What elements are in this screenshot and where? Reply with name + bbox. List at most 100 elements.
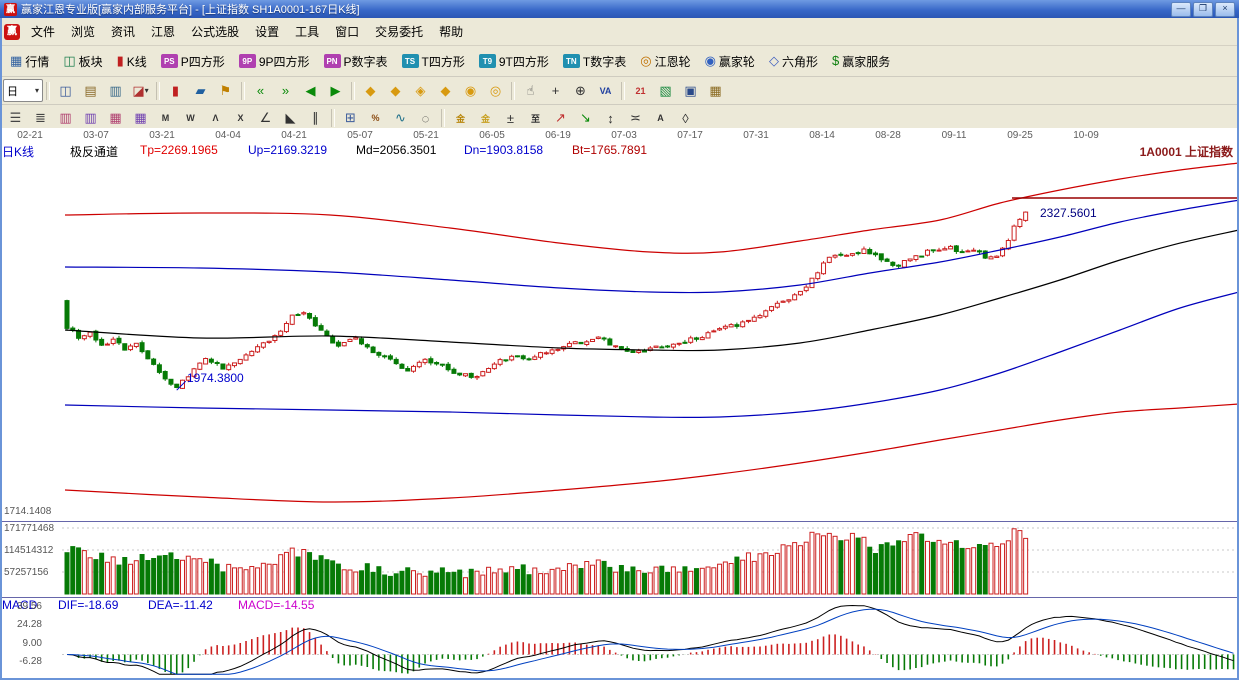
- cycle-circle-button[interactable]: ◌: [413, 107, 438, 130]
- bar-pattern-1-button[interactable]: ▥: [53, 107, 78, 130]
- zigzag-w-button[interactable]: W: [178, 107, 203, 130]
- zoom-button[interactable]: ⊕: [568, 79, 593, 102]
- gann-wheel-icon: ◎: [640, 54, 651, 68]
- indicator-name: 极反通道: [70, 143, 118, 160]
- percent-line-icon: %: [371, 113, 379, 123]
- ladder-grid-button[interactable]: ≣: [28, 107, 53, 130]
- kline-button[interactable]: ▮K线: [110, 50, 154, 73]
- page-first-icon: «: [257, 83, 264, 98]
- bar-pattern-3-button[interactable]: ▦: [103, 107, 128, 130]
- ladder-grid-icon: ≣: [35, 110, 46, 126]
- macd-dif-value: DIF=-18.69: [58, 598, 118, 612]
- period-daily-button[interactable]: 日▾: [3, 79, 43, 102]
- percent-line-button[interactable]: %: [363, 107, 388, 130]
- toolbar-separator: [511, 82, 515, 100]
- menu-item-4[interactable]: 公式选股: [183, 20, 247, 43]
- bar-prev-button[interactable]: ◀: [298, 79, 323, 102]
- arrow-down-tool-button[interactable]: ↘: [573, 107, 598, 130]
- gann-square-button[interactable]: ◆: [358, 79, 383, 102]
- close-button[interactable]: ×: [1215, 2, 1235, 17]
- gann-wheel-tool-icon: ◉: [465, 83, 476, 99]
- gann-circle-button[interactable]: ◎: [483, 79, 508, 102]
- t9-square-button[interactable]: T99T四方形: [472, 50, 556, 73]
- kline-icon: ▮: [117, 54, 124, 68]
- square-grid-button[interactable]: ⊞: [338, 107, 363, 130]
- menu-item-7[interactable]: 窗口: [327, 20, 367, 43]
- text-note-button[interactable]: A: [648, 107, 673, 130]
- menu-item-8[interactable]: 交易委托: [367, 20, 431, 43]
- green-stat-button[interactable]: ▧: [653, 79, 678, 102]
- bar-pattern-4-button[interactable]: ▦: [128, 107, 153, 130]
- pan-hand-button[interactable]: ☝: [518, 79, 543, 102]
- gann-diamond-button[interactable]: ◈: [408, 79, 433, 102]
- menu-item-5[interactable]: 设置: [247, 20, 287, 43]
- quotes-button[interactable]: ▦行情: [3, 50, 56, 73]
- gann-wheel-button[interactable]: ◎江恩轮: [633, 50, 697, 73]
- peak-marker-button[interactable]: Λ: [203, 107, 228, 130]
- cross-line-button[interactable]: X: [228, 107, 253, 130]
- wave-tool-button[interactable]: ∿: [388, 107, 413, 130]
- gann-square-9-button[interactable]: ◆: [383, 79, 408, 102]
- macd-axis-label-3: -6.28: [2, 656, 42, 667]
- menu-item-2[interactable]: 资讯: [103, 20, 143, 43]
- date-axis-label-9: 07-03: [611, 130, 637, 141]
- cycle-circle-icon: ◌: [422, 111, 430, 126]
- note-pad-button[interactable]: ▤: [78, 79, 103, 102]
- golden-spiral-button[interactable]: 金: [473, 107, 498, 130]
- angle-line-button[interactable]: ∠: [253, 107, 278, 130]
- gann-fan-button[interactable]: ◣: [278, 107, 303, 130]
- va-tool-button[interactable]: VA: [593, 79, 618, 102]
- kline-display-button[interactable]: ▮: [163, 79, 188, 102]
- gann-hexagon-button[interactable]: ◆: [433, 79, 458, 102]
- zigzag-m-button[interactable]: M: [153, 107, 178, 130]
- list-lines-button[interactable]: ☰: [3, 107, 28, 130]
- page-last-button[interactable]: »: [273, 79, 298, 102]
- channel-line-bt: [65, 404, 1239, 502]
- parallel-channel-button[interactable]: ∥: [303, 107, 328, 130]
- volume-series: [65, 529, 1028, 594]
- page-first-button[interactable]: «: [248, 79, 273, 102]
- hexagon-button[interactable]: ◇六角形: [762, 50, 825, 73]
- menu-item-3[interactable]: 江恩: [143, 20, 183, 43]
- segment-tool-button[interactable]: ↕: [598, 107, 623, 130]
- erase-tool-button[interactable]: ◊: [673, 107, 698, 130]
- menu-item-1[interactable]: 浏览: [63, 20, 103, 43]
- mark-flag-button[interactable]: ⚑: [213, 79, 238, 102]
- bar-display-button[interactable]: ▰: [188, 79, 213, 102]
- ruler-tool-button[interactable]: ≍: [623, 107, 648, 130]
- save-disk-button[interactable]: ▦: [703, 79, 728, 102]
- t-square-button[interactable]: TST四方形: [395, 50, 472, 73]
- p-number-table-button[interactable]: PNP数字表: [317, 50, 395, 73]
- calendar-21-button[interactable]: 21: [628, 79, 653, 102]
- menu-item-9[interactable]: 帮助: [431, 20, 471, 43]
- minimize-button[interactable]: —: [1171, 2, 1191, 17]
- column-view-button[interactable]: ▥: [103, 79, 128, 102]
- winner-service-button[interactable]: $赢家服务: [825, 50, 897, 73]
- t-number-table-button[interactable]: TNT数字表: [556, 50, 633, 73]
- dropdown-caret-icon: ▾: [145, 86, 149, 95]
- last-price-annotation: 2327.5601: [1040, 206, 1097, 220]
- window-layout-button[interactable]: ◫: [53, 79, 78, 102]
- sectors-button[interactable]: ◫板块: [56, 50, 109, 73]
- bar-next-button[interactable]: ▶: [323, 79, 348, 102]
- menu-item-6[interactable]: 工具: [287, 20, 327, 43]
- channel-md-value: Md=2056.3501: [356, 143, 436, 157]
- menu-item-0[interactable]: 文件: [23, 20, 63, 43]
- date-axis-label-15: 09-25: [1007, 130, 1033, 141]
- extreme-tool-button[interactable]: 至: [523, 107, 548, 130]
- bar-next-icon: ▶: [331, 83, 341, 99]
- screen-monitor-button[interactable]: ▣: [678, 79, 703, 102]
- macd-dif-line: [67, 606, 1234, 675]
- brush-style-button[interactable]: ◪▾: [128, 79, 153, 102]
- t9-square-icon: T9: [479, 54, 496, 68]
- maximize-button[interactable]: ❐: [1193, 2, 1213, 17]
- winner-wheel-button[interactable]: ◉赢家轮: [698, 50, 762, 73]
- crosshair-button[interactable]: +: [543, 79, 568, 102]
- bar-pattern-2-button[interactable]: ▥: [78, 107, 103, 130]
- p9-square-button[interactable]: 9P9P四方形: [232, 50, 317, 73]
- p-square-button[interactable]: PSP四方形: [154, 50, 232, 73]
- arrow-up-tool-button[interactable]: ↗: [548, 107, 573, 130]
- gann-wheel-tool-button[interactable]: ◉: [458, 79, 483, 102]
- balance-tool-button[interactable]: ±: [498, 107, 523, 130]
- golden-section-button[interactable]: 金: [448, 107, 473, 130]
